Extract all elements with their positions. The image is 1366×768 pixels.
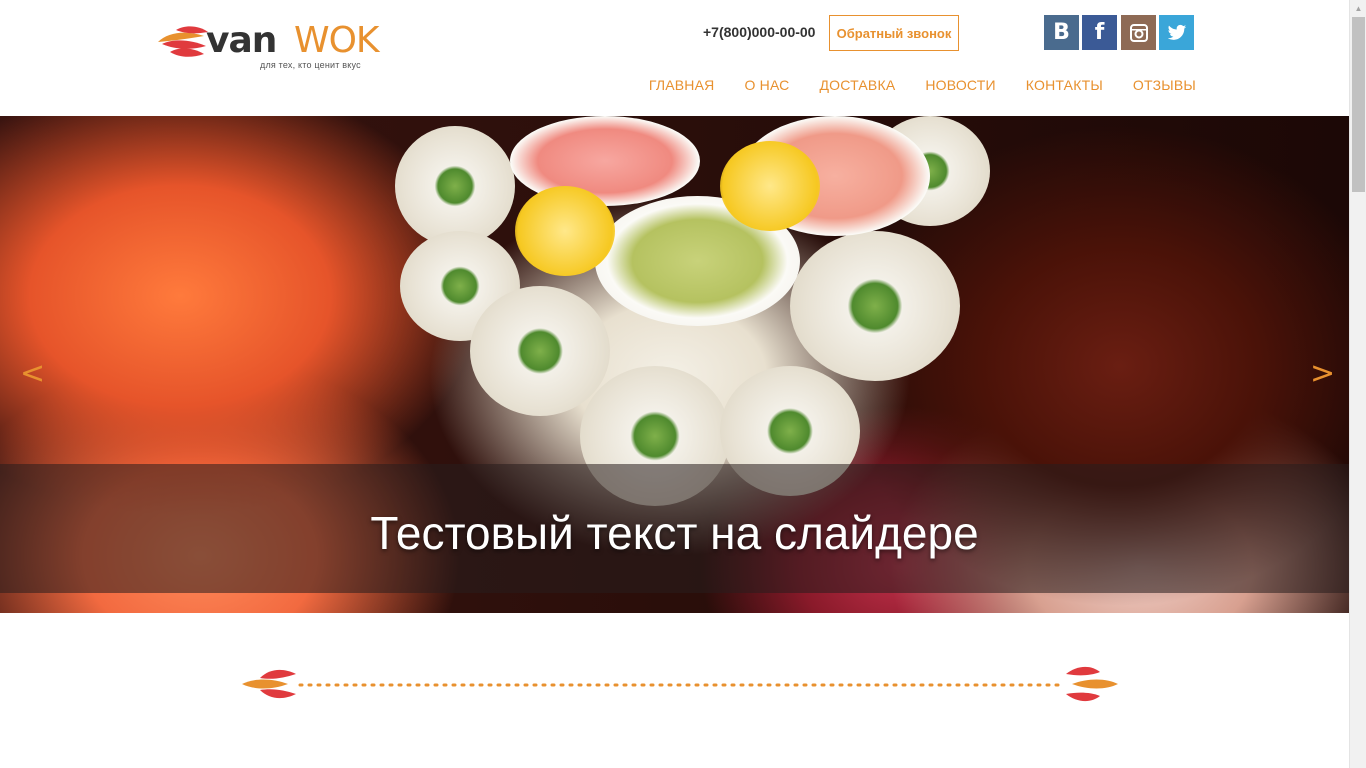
nav-item-about[interactable]: О НАС: [744, 77, 789, 93]
slider-caption: Тестовый текст на слайдере: [370, 507, 979, 559]
callback-button[interactable]: Обратный звонок: [829, 15, 959, 51]
twitter-icon[interactable]: [1159, 15, 1194, 50]
facebook-icon[interactable]: f: [1082, 15, 1117, 50]
lemon-slice-image: [720, 141, 820, 231]
main-nav: ГЛАВНАЯ О НАС ДОСТАВКА НОВОСТИ КОНТАКТЫ …: [619, 77, 1196, 93]
sushi-roll-image: [395, 126, 515, 246]
instagram-glyph-icon: [1129, 23, 1148, 42]
sushi-roll-image: [790, 231, 960, 381]
vk-icon[interactable]: B: [1044, 15, 1079, 50]
slider-prev-arrow[interactable]: <: [20, 356, 45, 391]
lemon-slice-image: [515, 186, 615, 276]
slider-next-arrow[interactable]: >: [1310, 356, 1335, 391]
divider-leaf-right-icon: [1066, 666, 1100, 676]
phone-number[interactable]: +7(800)000-00-00: [703, 24, 815, 40]
section-divider: [242, 666, 1118, 702]
hero-slider[interactable]: < > Тестовый текст на слайдере: [0, 116, 1349, 613]
nav-item-contacts[interactable]: КОНТАКТЫ: [1026, 77, 1103, 93]
nav-item-reviews[interactable]: ОТЗЫВЫ: [1133, 77, 1196, 93]
nav-item-home[interactable]: ГЛАВНАЯ: [649, 77, 715, 93]
logo-van-text: van: [206, 20, 277, 61]
divider-leaf-left-icon: [260, 669, 296, 679]
page-scrollbar[interactable]: ▲: [1349, 0, 1366, 768]
scroll-up-arrow-icon[interactable]: ▲: [1350, 0, 1366, 17]
nav-item-delivery[interactable]: ДОСТАВКА: [819, 77, 895, 93]
divider-leaf-left-icon: [260, 689, 296, 699]
divider-leaf-left-icon: [242, 679, 288, 689]
nav-item-news[interactable]: НОВОСТИ: [925, 77, 995, 93]
twitter-bird-icon: [1167, 24, 1186, 40]
divider-leaf-right-icon: [1066, 692, 1100, 702]
scroll-thumb[interactable]: [1352, 17, 1365, 192]
vanwok-logo[interactable]: van WOK для тех, кто ценит вкус: [156, 20, 386, 74]
logo-tagline: для тех, кто ценит вкус: [260, 60, 361, 70]
divider-leaf-right-icon: [1072, 679, 1118, 689]
instagram-icon[interactable]: [1121, 15, 1156, 50]
sushi-roll-image: [470, 286, 610, 416]
site-header: van WOK для тех, кто ценит вкус +7(800)0…: [0, 0, 1349, 116]
logo-wok-text: WOK: [294, 20, 380, 61]
